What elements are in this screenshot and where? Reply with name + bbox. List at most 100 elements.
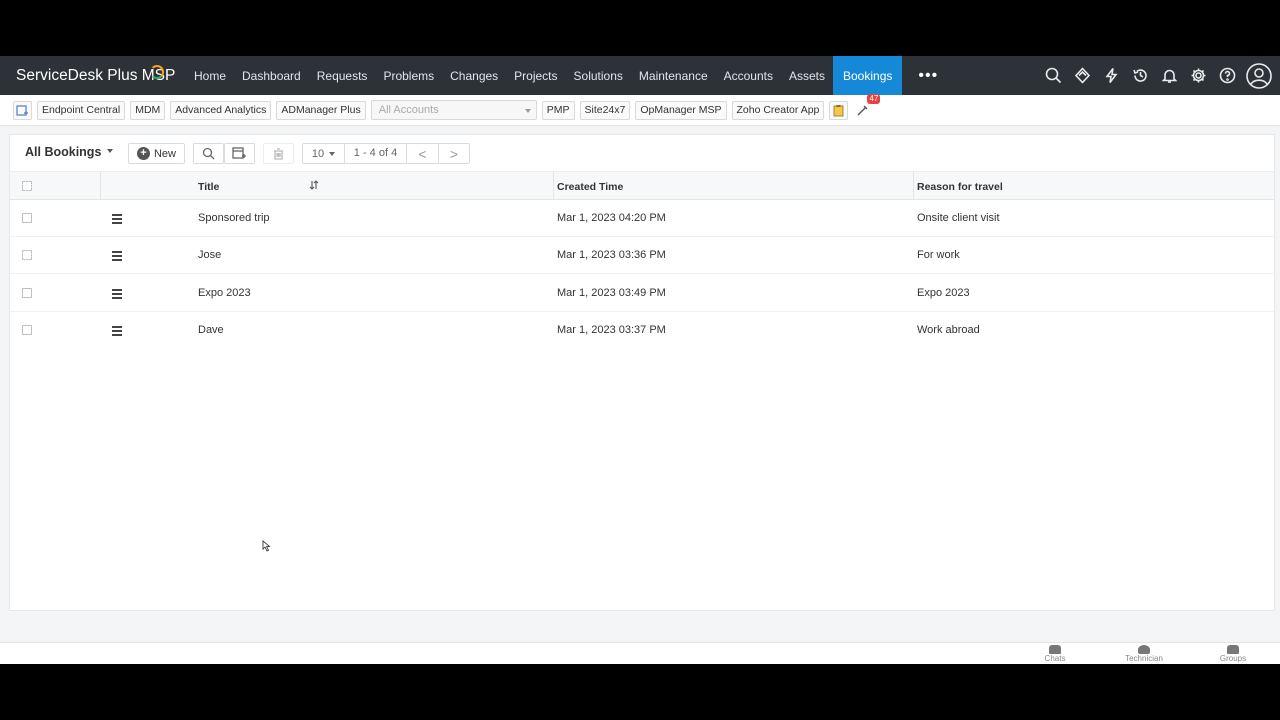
row-checkbox[interactable] [22, 213, 32, 223]
row-checkbox[interactable] [22, 288, 32, 298]
row-menu-icon[interactable] [112, 326, 122, 338]
nav-accounts[interactable]: Accounts [716, 56, 781, 95]
select-all-checkbox[interactable] [22, 181, 32, 191]
column-chooser-button[interactable] [224, 143, 255, 164]
bottom-bar: Chats Technician Groups [0, 642, 1280, 664]
app-mdm[interactable]: MDM [130, 100, 166, 120]
apps-toolbar: Endpoint Central MDM Advanced Analytics … [0, 93, 1280, 126]
technician-button[interactable]: Technician [1119, 645, 1169, 663]
row-title[interactable]: Dave [198, 324, 224, 336]
column-header-created-time[interactable]: Created Time [557, 181, 623, 193]
table-header: Title Created Time Reason for travel [10, 171, 1274, 200]
gear-icon[interactable] [1188, 66, 1208, 86]
new-button-label: New [153, 147, 176, 160]
row-reason: Onsite client visit [917, 212, 1000, 224]
row-title[interactable]: Sponsored trip [198, 212, 270, 224]
column-chooser-icon [232, 147, 246, 159]
bell-icon[interactable] [1159, 66, 1179, 86]
nav-changes[interactable]: Changes [442, 56, 506, 95]
row-reason: Expo 2023 [917, 287, 970, 299]
row-created-time: Mar 1, 2023 03:37 PM [557, 324, 666, 336]
sort-icon[interactable] [308, 179, 320, 194]
diamond-icon[interactable] [1072, 66, 1092, 86]
chats-button[interactable]: Chats [1030, 645, 1080, 663]
chat-icon [1049, 645, 1061, 654]
nav-icon-group [1043, 56, 1272, 95]
avatar-icon[interactable] [1246, 62, 1272, 89]
nav-more-button[interactable]: ••• [902, 67, 954, 85]
technician-label: Technician [1125, 654, 1163, 663]
groups-label: Groups [1219, 654, 1247, 663]
pagination: 10 1 - 4 of 4 < > [302, 143, 470, 164]
groups-button[interactable]: Groups [1208, 645, 1258, 663]
app-pmp[interactable]: PMP [541, 100, 575, 120]
plus-icon: + [136, 147, 150, 160]
row-title[interactable]: Expo 2023 [198, 287, 251, 299]
top-nav: ServiceDesk Plus MSP Home Dashboard Requ… [0, 56, 1280, 95]
nav-requests[interactable]: Requests [309, 56, 376, 95]
app-site24x7[interactable]: Site24x7 [579, 100, 631, 120]
mouse-cursor-icon [262, 540, 271, 552]
table-row[interactable]: Jose Mar 1, 2023 03:36 PM For work [10, 237, 1274, 274]
nav-bookings[interactable]: Bookings [833, 56, 903, 95]
notification-tool-icon[interactable]: 47 [853, 93, 881, 120]
app-frame: ServiceDesk Plus MSP Home Dashboard Requ… [0, 56, 1280, 664]
page-range: 1 - 4 of 4 [345, 144, 407, 163]
app-advanced-analytics[interactable]: Advanced Analytics [170, 100, 272, 120]
account-select[interactable]: All Accounts [370, 100, 537, 120]
next-page-button[interactable]: > [438, 144, 469, 163]
nav-solutions[interactable]: Solutions [566, 56, 631, 95]
search-button[interactable] [193, 143, 224, 164]
add-app-icon[interactable] [13, 100, 32, 120]
nav-problems[interactable]: Problems [375, 56, 442, 95]
nav-assets[interactable]: Assets [781, 56, 833, 95]
app-admanager-plus[interactable]: ADManager Plus [276, 100, 366, 120]
table-row[interactable]: Expo 2023 Mar 1, 2023 03:49 PM Expo 2023 [10, 275, 1274, 312]
column-header-reason[interactable]: Reason for travel [917, 181, 1003, 193]
view-selector-label: All Bookings [25, 145, 102, 159]
app-opmanager-msp[interactable]: OpManager MSP [635, 100, 727, 120]
bookings-panel: All Bookings + New 10 1 - 4 of 4 < > Tit… [9, 134, 1275, 611]
row-menu-icon[interactable] [112, 251, 122, 263]
search-icon[interactable] [1043, 66, 1063, 86]
row-checkbox[interactable] [22, 325, 32, 335]
clipboard-icon[interactable] [829, 100, 849, 120]
nav-dashboard[interactable]: Dashboard [234, 56, 309, 95]
brand-swirl-icon [150, 64, 164, 79]
delete-button[interactable] [263, 143, 294, 164]
per-page-select[interactable]: 10 [303, 144, 345, 163]
view-selector[interactable]: All Bookings [25, 145, 114, 159]
row-menu-icon[interactable] [112, 214, 122, 226]
app-zoho-creator[interactable]: Zoho Creator App [731, 100, 825, 120]
nav-maintenance[interactable]: Maintenance [631, 56, 716, 95]
column-header-title[interactable]: Title [198, 181, 219, 193]
chevron-down-icon [329, 151, 336, 156]
history-icon[interactable] [1130, 66, 1150, 86]
trash-icon [274, 147, 283, 160]
help-icon[interactable] [1217, 66, 1237, 86]
row-menu-icon[interactable] [112, 289, 122, 301]
column-divider [913, 172, 914, 199]
per-page-value: 10 [311, 147, 325, 160]
row-reason: For work [917, 249, 960, 261]
prev-page-button[interactable]: < [407, 144, 438, 163]
column-divider [553, 172, 554, 199]
search-icon [202, 147, 215, 160]
chats-label: Chats [1044, 654, 1066, 663]
table-row[interactable]: Dave Mar 1, 2023 03:37 PM Work abroad [10, 312, 1274, 349]
row-checkbox[interactable] [22, 250, 32, 260]
table-row[interactable]: Sponsored trip Mar 1, 2023 04:20 PM Onsi… [10, 200, 1274, 237]
new-button[interactable]: + New [128, 143, 185, 164]
chevron-down-icon [107, 149, 114, 153]
account-select-value: All Accounts [378, 104, 439, 116]
lightning-icon[interactable] [1101, 66, 1121, 86]
nav-projects[interactable]: Projects [506, 56, 565, 95]
nav-home[interactable]: Home [186, 56, 234, 95]
chevron-down-icon [524, 109, 531, 113]
app-endpoint-central[interactable]: Endpoint Central [37, 100, 126, 120]
row-title[interactable]: Jose [198, 249, 221, 261]
row-created-time: Mar 1, 2023 04:20 PM [557, 212, 666, 224]
brand-logo[interactable]: ServiceDesk Plus MSP [0, 64, 186, 85]
notification-count-badge: 47 [867, 93, 881, 104]
user-icon [1138, 645, 1150, 654]
